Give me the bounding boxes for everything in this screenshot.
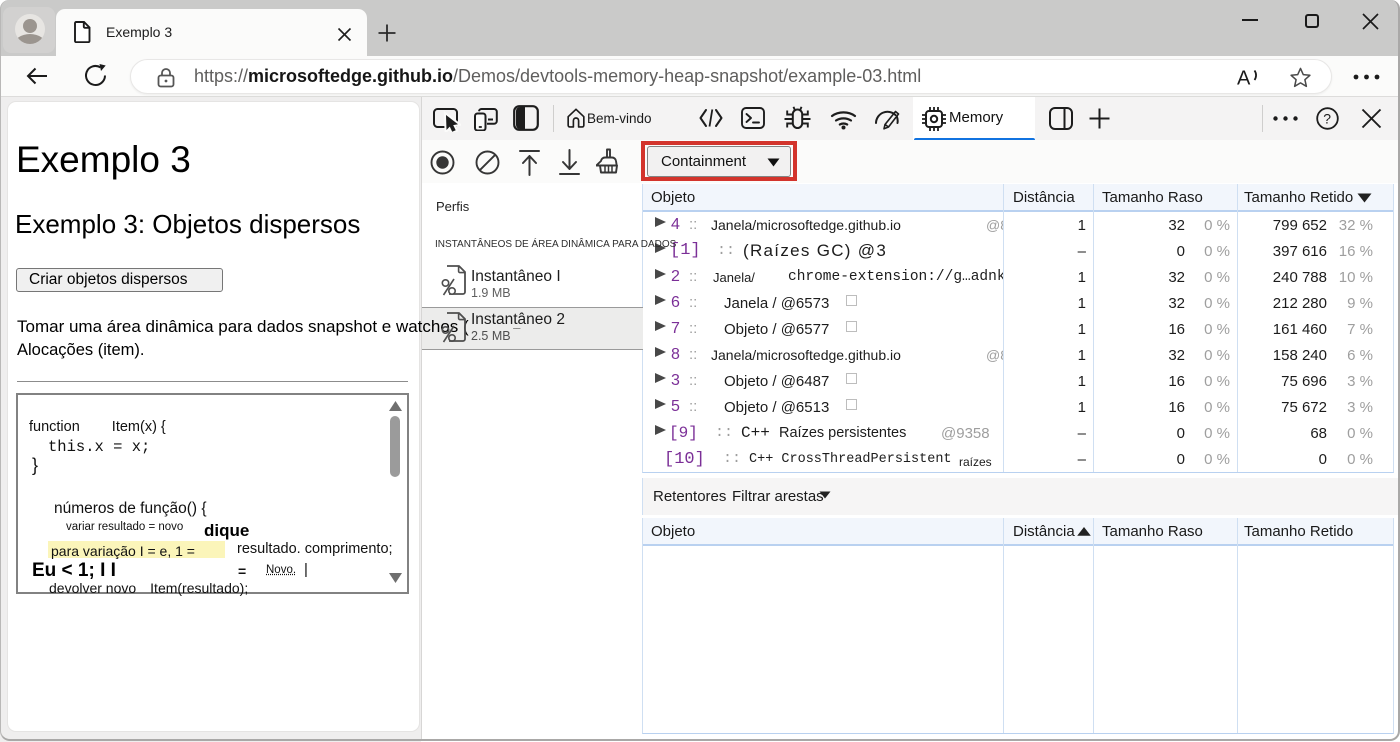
svg-text:?: ? xyxy=(1323,111,1331,127)
svg-text:A: A xyxy=(1237,68,1251,90)
